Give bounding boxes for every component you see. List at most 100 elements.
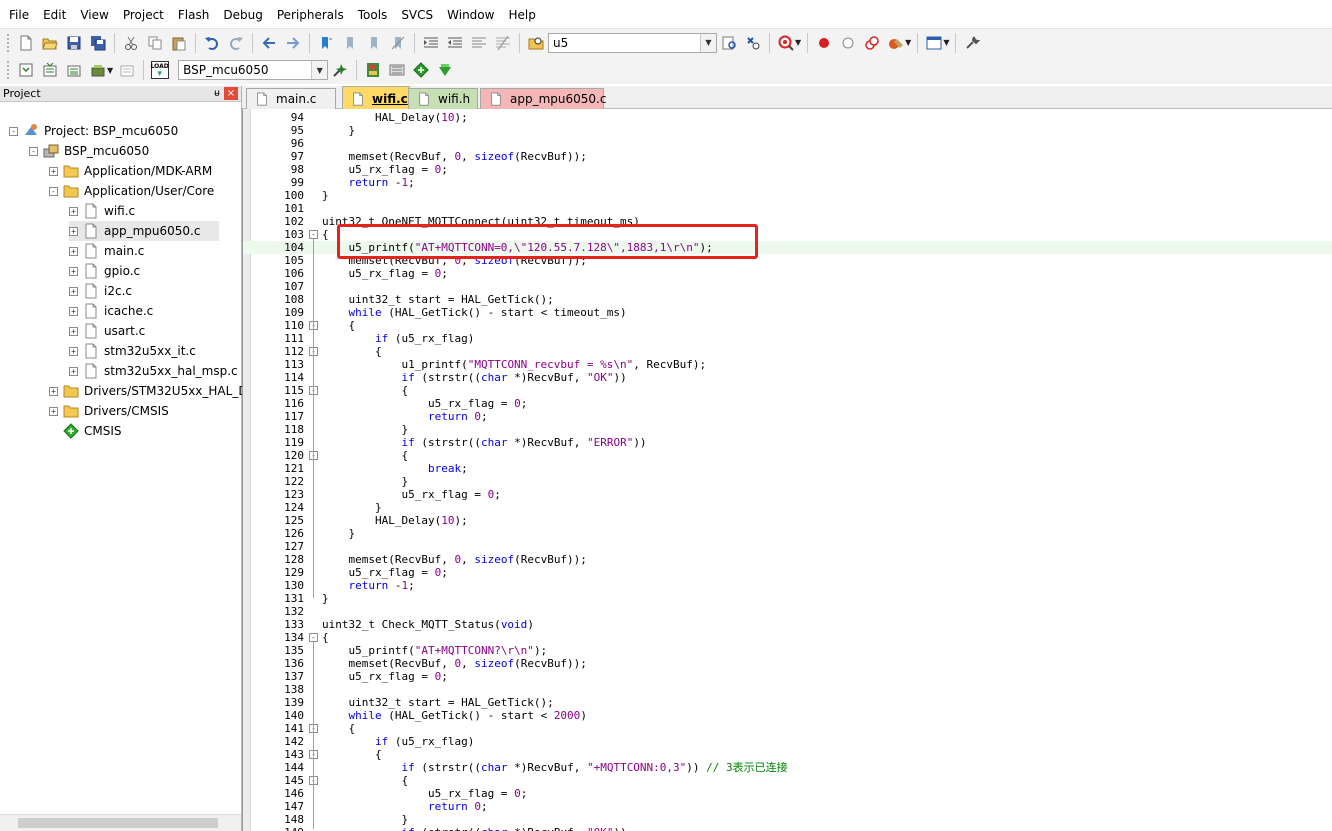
code-line[interactable]: 116 u5_rx_flag = 0; [243, 397, 1332, 410]
code-line[interactable]: 127 [243, 540, 1332, 553]
expand-icon[interactable]: + [69, 326, 78, 336]
code-line[interactable]: 121 break; [243, 462, 1332, 475]
code-line[interactable]: 136 memset(RecvBuf, 0, sizeof(RecvBuf)); [243, 657, 1332, 670]
code-line[interactable]: 101 [243, 202, 1332, 215]
expand-icon[interactable]: + [69, 286, 78, 296]
code-line[interactable]: 122 } [243, 475, 1332, 488]
tree-item[interactable]: + wifi.c [69, 201, 135, 221]
target-options-button[interactable] [328, 59, 351, 81]
tab-wifi-c[interactable]: wifi.c [342, 86, 410, 110]
code-line[interactable]: 115- { [243, 384, 1332, 397]
insert-bookmark-button[interactable] [314, 32, 337, 54]
build-button[interactable] [38, 59, 61, 81]
tree-item[interactable]: + usart.c [69, 321, 145, 341]
code-line[interactable]: 146 u5_rx_flag = 0; [243, 787, 1332, 800]
expand-icon[interactable]: + [69, 246, 78, 256]
download-button[interactable]: LOAD ▾ [148, 59, 171, 81]
tree-item[interactable]: CMSIS [49, 421, 122, 441]
menu-file[interactable]: File [2, 0, 36, 30]
collapse-icon[interactable]: - [49, 186, 58, 196]
tree-item[interactable]: + app_mpu6050.c [69, 221, 219, 241]
code-line[interactable]: 97 memset(RecvBuf, 0, sizeof(RecvBuf)); [243, 150, 1332, 163]
code-line[interactable]: 139 uint32_t start = HAL_GetTick(); [243, 696, 1332, 709]
collapse-icon[interactable]: - [29, 146, 38, 156]
menu-window[interactable]: Window [440, 0, 501, 30]
menu-flash[interactable]: Flash [171, 0, 216, 30]
find-in-files-button[interactable] [524, 32, 547, 54]
menu-debug[interactable]: Debug [216, 0, 269, 30]
breakpoint-kill-button[interactable] [860, 32, 883, 54]
code-line[interactable]: 107 [243, 280, 1332, 293]
new-file-button[interactable] [14, 32, 37, 54]
expand-icon[interactable]: + [69, 226, 78, 236]
stop-build-button[interactable] [115, 59, 138, 81]
tree-item[interactable]: - BSP_mcu6050 [29, 141, 149, 161]
configure-button[interactable] [960, 32, 983, 54]
code-line[interactable]: 134-{ [243, 631, 1332, 644]
code-line[interactable]: 110- { [243, 319, 1332, 332]
code-line[interactable]: 124 } [243, 501, 1332, 514]
breakpoint-insert-button[interactable] [812, 32, 835, 54]
code-line[interactable]: 99 return -1; [243, 176, 1332, 189]
tab-main-c[interactable]: main.c [246, 88, 336, 109]
clear-bookmarks-button[interactable] [386, 32, 409, 54]
tab-app_mpu6050-c[interactable]: app_mpu6050.c [480, 88, 606, 109]
chevron-down-icon[interactable]: ▼ [795, 38, 801, 47]
code-line[interactable]: 111 if (u5_rx_flag) [243, 332, 1332, 345]
code-line[interactable]: 102 uint32_t OneNET_MQTTConnect(uint32_t … [243, 215, 1332, 228]
code-line[interactable]: 118 } [243, 423, 1332, 436]
menu-project[interactable]: Project [116, 0, 171, 30]
toolbar-grip[interactable] [6, 60, 10, 80]
code-line[interactable]: 147 return 0; [243, 800, 1332, 813]
code-line[interactable]: 149 if (strstr((char *)RecvBuf, "OK")) [243, 826, 1332, 831]
code-editor[interactable]: 94 HAL_Delay(10); 95 } 96 97 memset(RecvBuf… [242, 109, 1332, 831]
code-line[interactable]: 112- { [243, 345, 1332, 358]
fold-collapse-icon[interactable]: - [309, 230, 318, 239]
code-line[interactable]: 128 memset(RecvBuf, 0, sizeof(RecvBuf)); [243, 553, 1332, 566]
code-line[interactable]: 98 u5_rx_flag = 0; [243, 163, 1332, 176]
chevron-down-icon[interactable]: ▼ [905, 38, 911, 47]
tree-item[interactable]: + Drivers/CMSIS [49, 401, 169, 421]
target-select[interactable]: BSP_mcu6050 ▼ [178, 60, 329, 80]
save-all-button[interactable] [86, 32, 109, 54]
menu-help[interactable]: Help [501, 0, 542, 30]
code-line[interactable]: 129 u5_rx_flag = 0; [243, 566, 1332, 579]
code-line[interactable]: 148 } [243, 813, 1332, 826]
tree-item[interactable]: + stm32u5xx_it.c [69, 341, 196, 361]
indent-button[interactable] [419, 32, 442, 54]
redo-button[interactable] [224, 32, 247, 54]
menu-peripherals[interactable]: Peripherals [270, 0, 351, 30]
pin-icon[interactable]: ᵾ [210, 88, 224, 99]
undo-button[interactable] [200, 32, 223, 54]
code-line[interactable]: 106 u5_rx_flag = 0; [243, 267, 1332, 280]
code-line[interactable]: 138 [243, 683, 1332, 696]
expand-icon[interactable]: + [49, 166, 58, 176]
prev-bookmark-button[interactable] [338, 32, 361, 54]
code-line[interactable]: 120- { [243, 449, 1332, 462]
code-line[interactable]: 117 return 0; [243, 410, 1332, 423]
next-bookmark-button[interactable] [362, 32, 385, 54]
navigate-back-button[interactable] [257, 32, 280, 54]
tree-item[interactable]: + Application/MDK-ARM [49, 161, 212, 181]
window-layout-button[interactable] [922, 32, 945, 54]
scrollbar-thumb[interactable] [18, 818, 218, 828]
code-line[interactable]: 119 if (strstr((char *)RecvBuf, "ERROR")… [243, 436, 1332, 449]
comment-selection-button[interactable] [467, 32, 490, 54]
collapse-icon[interactable]: - [9, 126, 18, 136]
chevron-down-icon[interactable]: ▼ [700, 33, 716, 52]
code-line[interactable]: 108 uint32_t start = HAL_GetTick(); [243, 293, 1332, 306]
chevron-down-icon[interactable]: ▼ [107, 66, 113, 75]
close-icon[interactable]: × [224, 87, 238, 100]
uncomment-selection-button[interactable] [491, 32, 514, 54]
toolbar-grip[interactable] [6, 32, 10, 53]
code-line[interactable]: 145- { [243, 774, 1332, 787]
code-line[interactable]: 144 if (strstr((char *)RecvBuf, "+MQTTCO… [243, 761, 1332, 774]
tree-item[interactable]: - Project: BSP_mcu6050 [9, 121, 178, 141]
menu-view[interactable]: View [73, 0, 115, 30]
code-line[interactable]: 137 u5_rx_flag = 0; [243, 670, 1332, 683]
file-extensions-button[interactable] [361, 59, 384, 81]
code-line[interactable]: 132 [243, 605, 1332, 618]
code-line[interactable]: 126 } [243, 527, 1332, 540]
paste-button[interactable] [167, 32, 190, 54]
menu-edit[interactable]: Edit [36, 0, 73, 30]
